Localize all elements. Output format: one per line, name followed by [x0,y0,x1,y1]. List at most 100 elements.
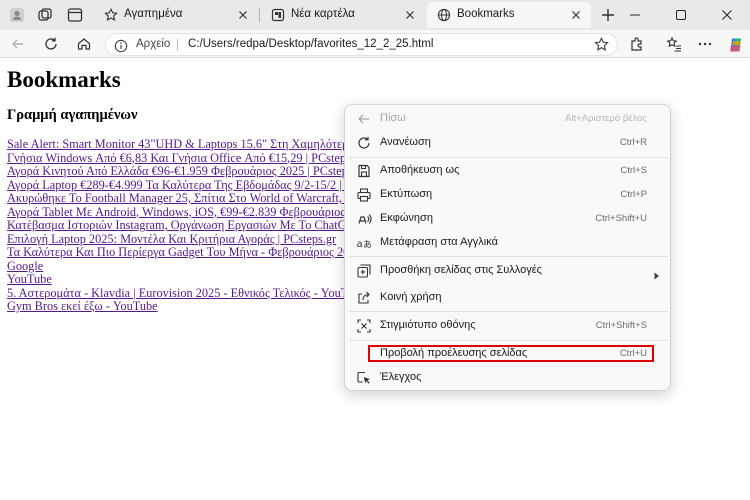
tab-title: Αγαπημένα [124,8,183,20]
close-icon [722,10,732,20]
bookmark-link[interactable]: Αγορά Tablet Με Android, Windows, iOS, €… [7,205,345,220]
menu-separator [349,157,668,158]
menu-item-label: Εκτύπωση [380,188,433,200]
menu-item-save-as[interactable]: Αποθήκευση ως Ctrl+S [349,160,668,182]
info-icon[interactable] [114,38,128,57]
menu-item-label: Μετάφραση στα Αγγλικά [380,236,498,248]
menu-item-label: Προσθήκη σελίδας στις Συλλογές [380,264,542,276]
svg-text:あ: あ [363,240,372,251]
screenshot-icon [356,318,372,334]
inspect-icon [356,370,372,386]
tab-title: Bookmarks [457,8,515,20]
close-tab-icon[interactable] [236,8,250,22]
tab-divider [259,8,260,22]
tab-actions-icon[interactable] [66,6,84,24]
bookmark-link[interactable]: Τα Καλύτερα Και Πιο Περίεργα Gadget Του … [7,245,345,260]
menu-item-share[interactable]: Κοινή χρήση [349,287,668,309]
refresh-icon [45,37,57,50]
url-text[interactable]: C:/Users/redpa/Desktop/favorites_12_2_25… [188,38,433,50]
bookmark-link[interactable]: Ακυρώθηκε Το Football Manager 25, Σπίτια… [7,191,345,206]
bookmark-list: Sale Alert: Smart Monitor 43"UHD & Lapto… [7,138,345,314]
page-heading: Bookmarks [7,67,121,92]
menu-item-back[interactable]: Πίσω Alt+Αριστερό βέλος [349,108,668,130]
menu-item-label: Εκφώνηση [380,212,433,224]
bookmark-link[interactable]: Google [7,259,345,274]
bookmark-link[interactable]: Γνήσια Windows Από €6,83 Και Γνήσια Offi… [7,151,345,166]
menu-item-shortcut: Ctrl+S [620,165,647,176]
tab-bookmarks[interactable]: Bookmarks [427,2,591,28]
submenu-chevron-right-icon [654,267,660,285]
refresh-button[interactable] [40,34,62,54]
menu-item-shortcut: Ctrl+Shift+S [595,320,647,331]
menu-separator [349,256,668,257]
collections-icon [356,263,372,279]
bookmark-link[interactable]: Αγορά Κινητού Από Ελλάδα €96-€1.959 Φεβρ… [7,164,345,179]
extensions-button[interactable] [626,34,648,54]
puzzle-extensions-icon [631,37,642,51]
minimize-icon [630,14,640,16]
back-arrow-icon [12,39,23,49]
star-favorites-icon [104,7,118,22]
print-icon [356,187,372,203]
bookmark-link[interactable]: Κατέβασμα Ιστοριών Instagram, Οργάνωση Ε… [7,218,345,233]
menu-item-screenshot[interactable]: Στιγμιότυπο οθόνης Ctrl+Shift+S [349,315,668,337]
menu-separator [349,311,668,312]
browser-toolbar: Αρχείο C:/Users/redpa/Desktop/favorites_… [0,30,750,58]
menu-button[interactable] [694,34,716,54]
favorites-list-icon [666,36,681,52]
menu-item-read-aloud[interactable]: Εκφώνηση Ctrl+Shift+U [349,208,668,230]
copilot-button[interactable] [724,34,746,54]
menu-item-inspect[interactable]: Έλεγχος [349,367,668,389]
close-tab-icon[interactable] [569,8,583,22]
minimize-button[interactable] [612,0,658,30]
menu-item-label: Πίσω [380,112,406,124]
new-tab-page-icon [271,8,285,22]
save-icon [356,163,372,179]
menu-item-label: Ανανέωση [380,136,431,148]
menu-item-label: Στιγμιότυπο οθόνης [380,319,476,331]
workspaces-icon[interactable] [36,6,54,24]
menu-item-print[interactable]: Εκτύπωση Ctrl+P [349,184,668,206]
menu-item-refresh[interactable]: Ανανέωση Ctrl+R [349,132,668,154]
svg-text:a: a [357,239,363,250]
maximize-icon [676,10,686,20]
menu-item-translate[interactable]: aあ Μετάφραση στα Αγγλικά [349,232,668,254]
bookmark-link[interactable]: 5. Αστερομάτα - Klavdia | Eurovision 202… [7,286,345,301]
menu-item-add-to-collections[interactable]: Προσθήκη σελίδας στις Συλλογές [349,260,668,282]
maximize-button[interactable] [658,0,704,30]
scheme-label: Αρχείο [136,38,171,50]
home-icon [77,38,91,50]
favorites-button[interactable] [663,34,685,54]
menu-item-shortcut: Ctrl+Shift+U [595,213,647,224]
menu-item-shortcut: Alt+Αριστερό βέλος [565,113,647,124]
back-arrow-icon [356,111,372,127]
profile-icon[interactable] [8,6,26,24]
back-button[interactable] [7,34,29,54]
bookmark-link[interactable]: Αγορά Laptop €289-€4.999 Τα Καλύτερα Της… [7,178,345,193]
bookmark-link[interactable]: YouTube [7,272,345,287]
close-window-button[interactable] [704,0,750,30]
tab-favorites[interactable]: Αγαπημένα [94,2,258,28]
menu-item-shortcut: Ctrl+R [619,137,647,148]
globe-icon [437,8,451,22]
tab-title: Νέα καρτέλα [291,8,355,20]
close-tab-icon[interactable] [403,8,417,22]
copilot-icon [730,38,741,52]
share-icon [356,290,372,306]
favorites-bar-heading: Γραμμή αγαπημένων [7,107,138,123]
tab-strip: Αγαπημένα Νέα καρτέλα Bookmarks [0,0,750,30]
menu-item-label: Κοινή χρήση [380,291,442,303]
menu-item-label: Αποθήκευση ως [380,164,460,176]
menu-separator [349,340,668,341]
add-favorite-star-icon[interactable] [594,36,609,56]
address-bar[interactable]: Αρχείο C:/Users/redpa/Desktop/favorites_… [105,33,618,56]
bookmark-link[interactable]: Sale Alert: Smart Monitor 43"UHD & Lapto… [7,138,345,152]
read-aloud-icon [356,211,372,227]
highlight-annotation-box [368,345,654,362]
tab-new-tab[interactable]: Νέα καρτέλα [261,2,425,28]
bookmark-link[interactable]: Επιλογή Laptop 2025: Μοντέλα Και Κριτήρι… [7,232,345,247]
home-button[interactable] [73,34,95,54]
translate-icon: aあ [356,235,373,251]
bookmark-link[interactable]: Gym Bros εκεί έξω - YouTube [7,299,345,314]
address-divider [177,39,178,51]
